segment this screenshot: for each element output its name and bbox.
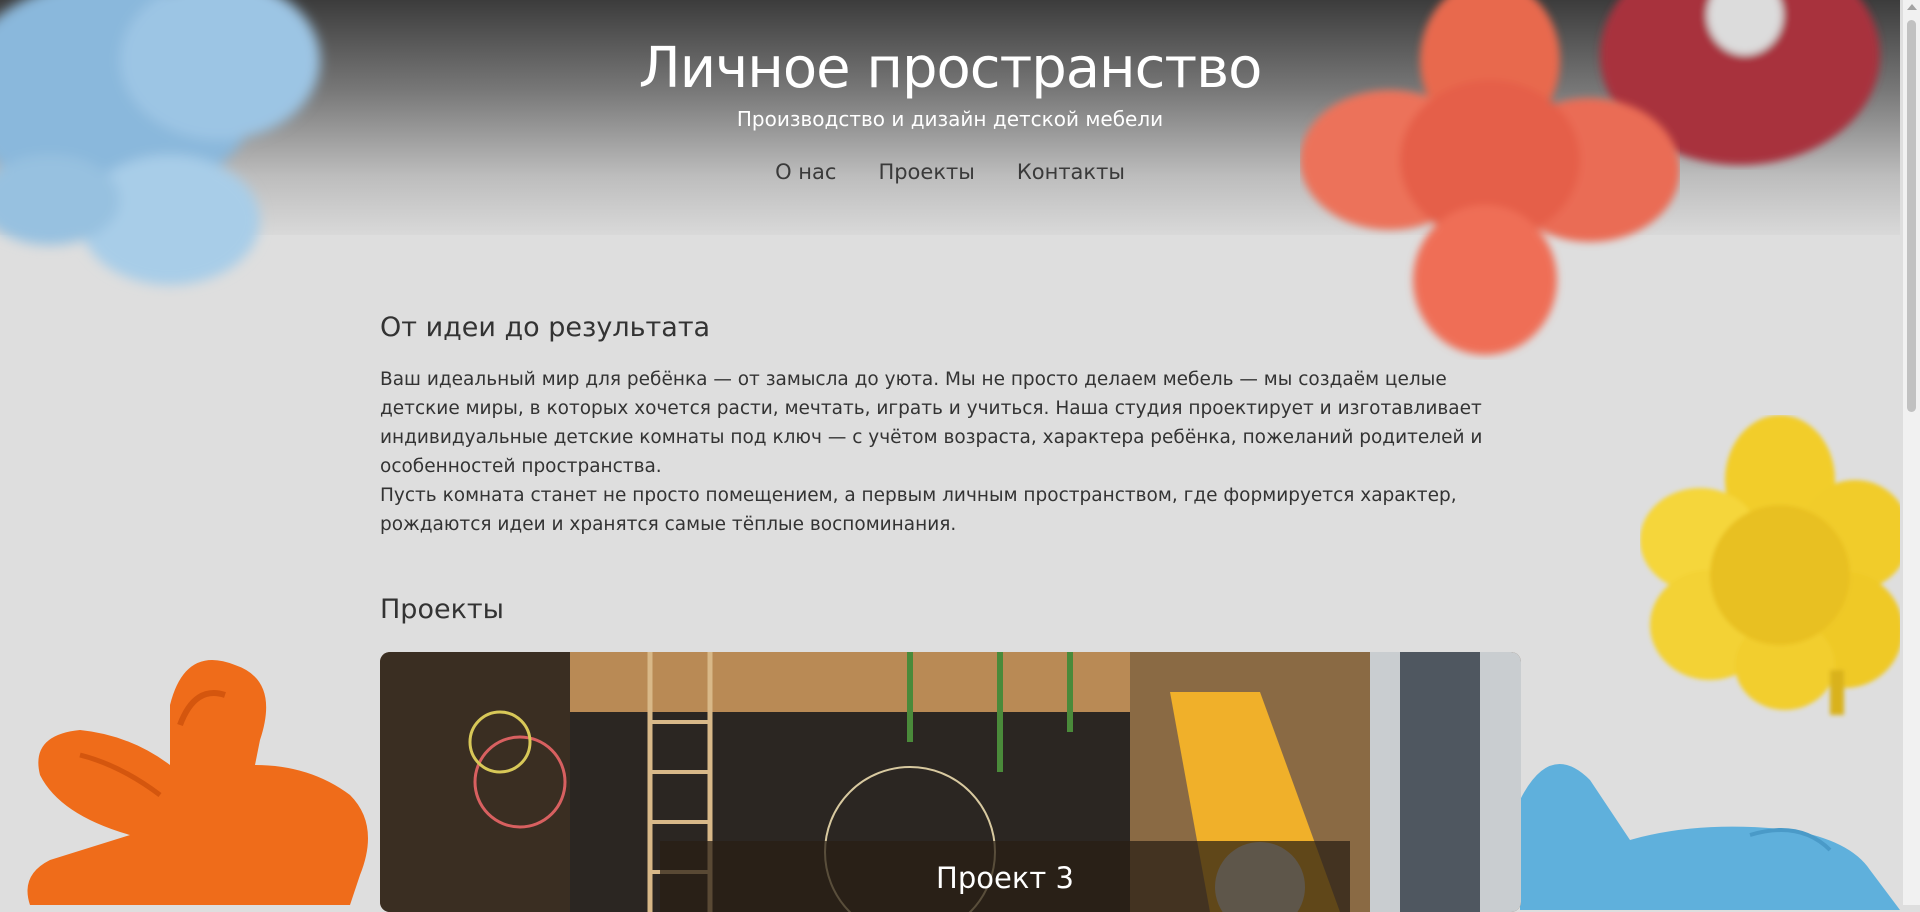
project-carousel[interactable]: Проект 3 bbox=[380, 652, 1521, 912]
scroll-up-arrow-icon[interactable] bbox=[1907, 4, 1917, 10]
main-navigation: О нас Проекты Контакты bbox=[0, 160, 1900, 184]
about-paragraph-1: Ваш идеальный мир для ребёнка — от замыс… bbox=[380, 369, 1483, 477]
project-caption: Проект 3 bbox=[660, 841, 1350, 912]
nav-link-contacts[interactable]: Контакты bbox=[1017, 160, 1125, 184]
about-paragraph-2: Пусть комната станет не просто помещение… bbox=[380, 485, 1457, 535]
scrollbar-thumb[interactable] bbox=[1907, 20, 1916, 412]
about-heading: От идеи до результата bbox=[380, 312, 711, 343]
nav-link-about[interactable]: О нас bbox=[775, 160, 836, 184]
nav-link-projects[interactable]: Проекты bbox=[878, 160, 974, 184]
site-title: Личное пространство bbox=[638, 36, 1263, 101]
projects-heading: Проекты bbox=[380, 594, 504, 625]
page-scrollbar[interactable] bbox=[1903, 0, 1920, 905]
yellow-flower-decoration bbox=[1640, 415, 1900, 715]
blue-cushion-decoration bbox=[1520, 764, 1900, 910]
orange-cushion-cross-decoration bbox=[27, 660, 368, 905]
about-section: От идеи до результата Ваш идеальный мир … bbox=[380, 312, 1522, 539]
site-subtitle: Производство и дизайн детской мебели bbox=[736, 107, 1164, 131]
